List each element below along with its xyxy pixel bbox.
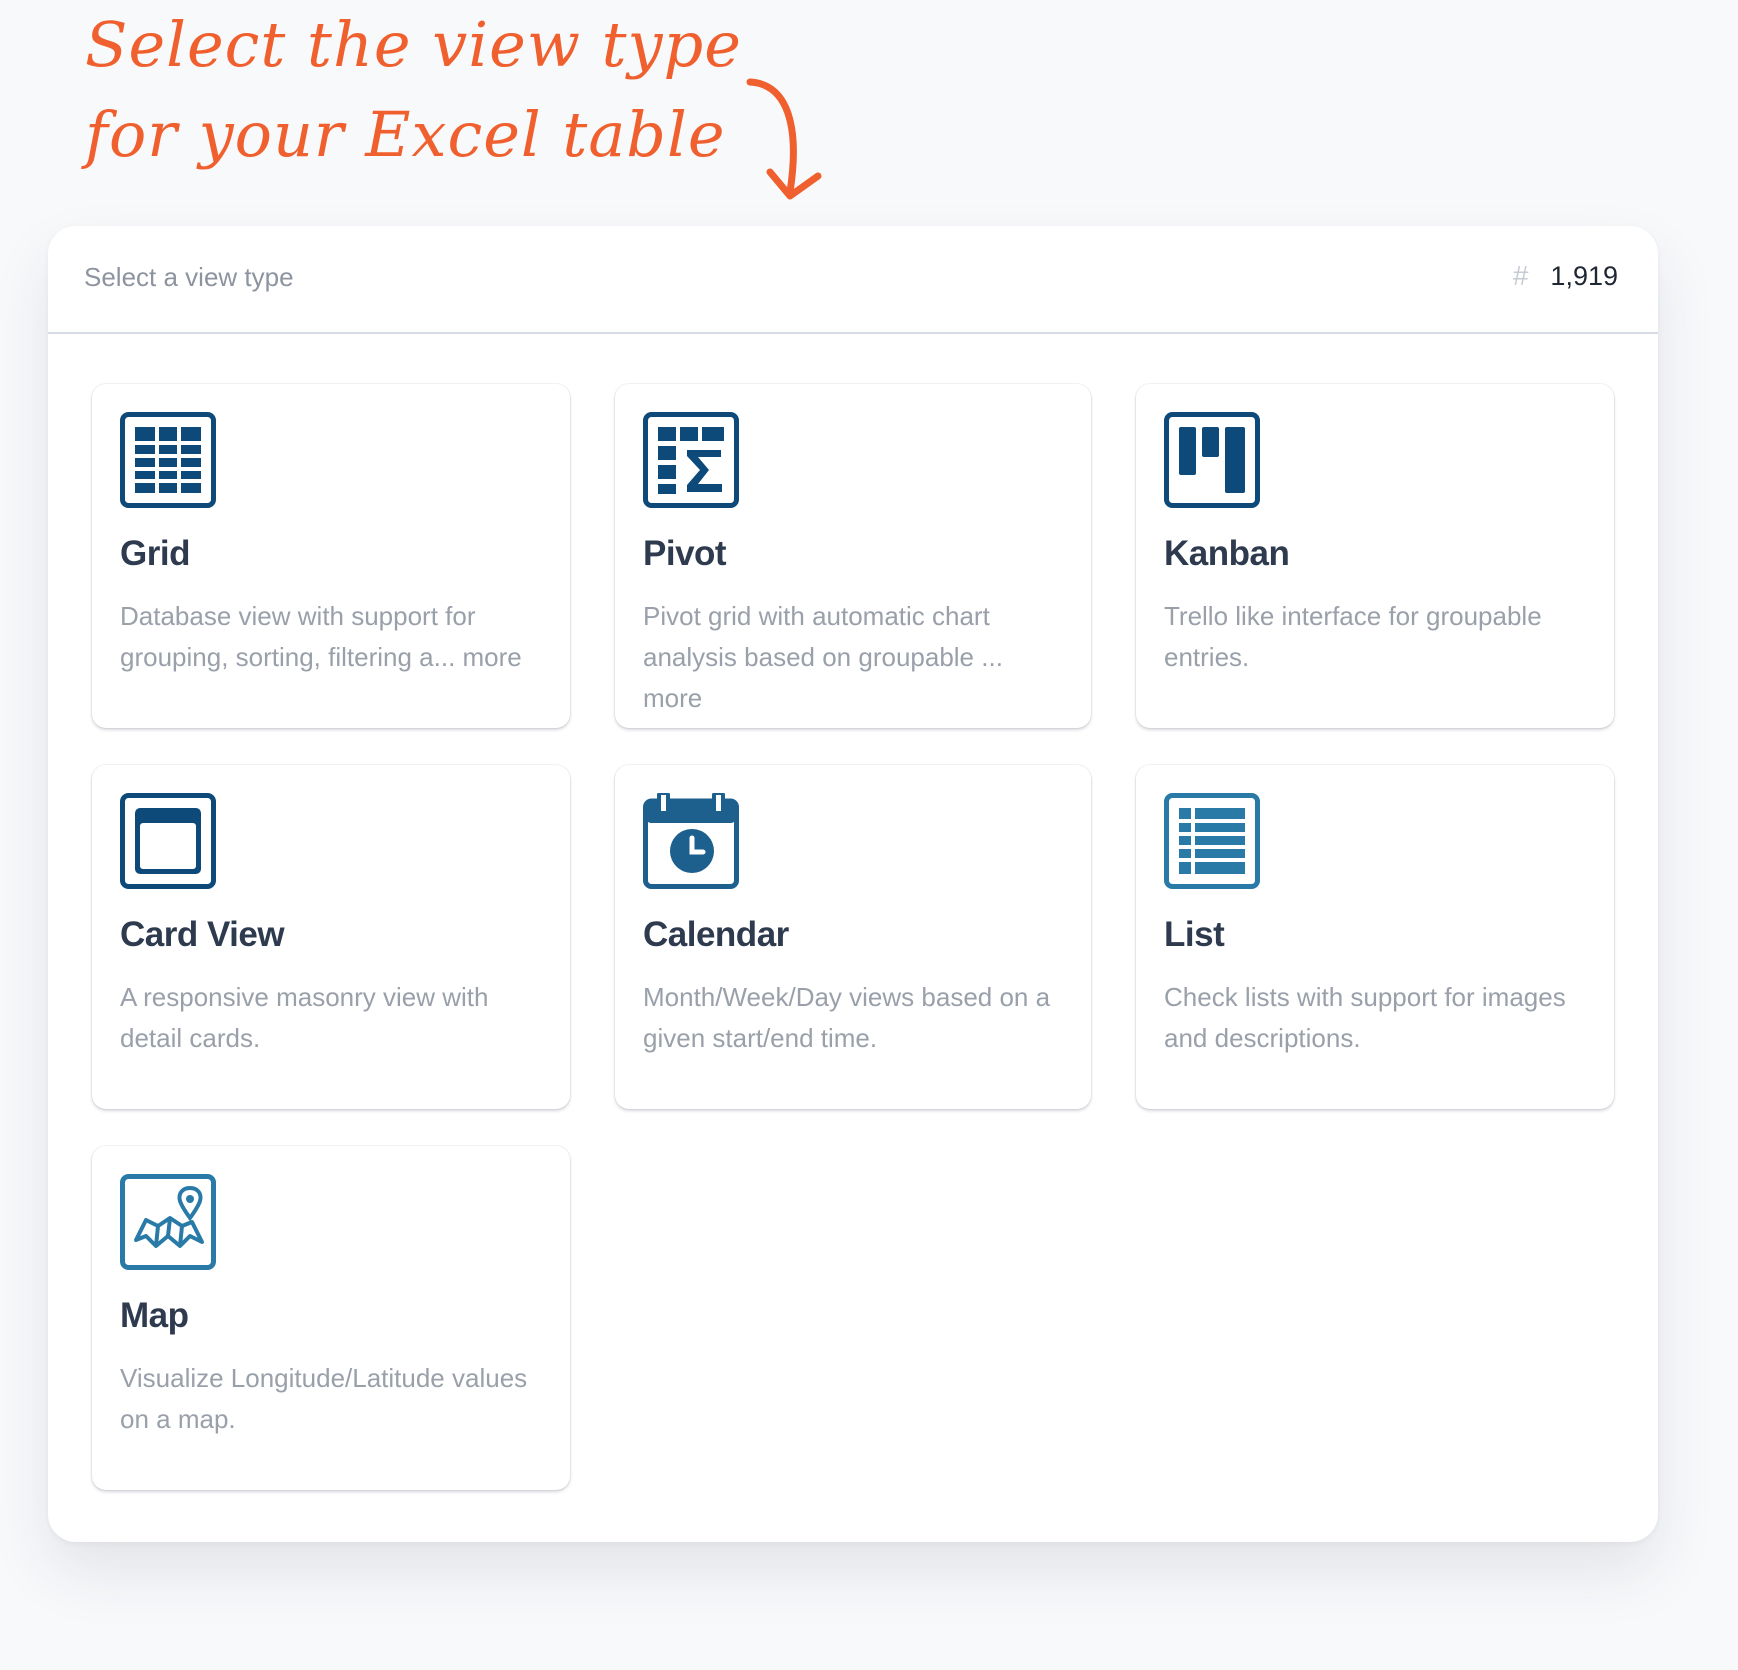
view-card-description: Month/Week/Day views based on a given st… (643, 982, 1051, 1053)
annotation-text: Select the view type for your Excel tabl… (85, 0, 805, 180)
view-card-description: Pivot grid with automatic chart analysis… (643, 601, 1003, 713)
view-card-title: List (1164, 915, 1225, 954)
view-card-kanban[interactable]: Kanban Trello like interface for groupab… (1136, 384, 1614, 728)
pivot-sum-icon (643, 412, 739, 508)
map-pin-icon (120, 1174, 216, 1270)
view-card-description: Trello like interface for groupable entr… (1164, 601, 1542, 672)
grid-table-icon (120, 412, 216, 508)
view-card-title: Grid (120, 534, 190, 573)
view-card-map[interactable]: Map Visualize Longitude/Latitude values … (92, 1146, 570, 1490)
record-count-value: 1,919 (1550, 260, 1618, 291)
view-card-description: A responsive masonry view with detail ca… (120, 982, 489, 1053)
view-card-pivot[interactable]: Pivot Pivot grid with automatic chart an… (615, 384, 1091, 728)
view-card-description: Visualize Longitude/Latitude values on a… (120, 1363, 528, 1434)
view-card-title: Card View (120, 915, 285, 954)
hash-icon: # (1512, 260, 1529, 291)
view-card-card-view[interactable]: Card View A responsive masonry view with… (92, 765, 570, 1109)
panel-header: Select a view type # 1,919 (48, 226, 1658, 334)
view-card-title: Calendar (643, 915, 789, 954)
view-type-panel: Select a view type # 1,919 Grid Database… (48, 226, 1658, 1542)
view-card-calendar[interactable]: Calendar Month/Week/Day views based on a… (615, 765, 1091, 1109)
view-card-description: Check lists with support for images and … (1164, 982, 1566, 1053)
view-card-title: Kanban (1164, 534, 1290, 573)
view-card-list[interactable]: List Check lists with support for images… (1136, 765, 1614, 1109)
view-card-title: Pivot (643, 534, 727, 573)
view-card-title: Map (120, 1296, 189, 1335)
view-type-grid: Grid Database view with support for grou… (92, 384, 1614, 1490)
view-card-grid[interactable]: Grid Database view with support for grou… (92, 384, 570, 728)
list-lines-icon (1164, 793, 1260, 889)
annotation-line-1: Select the view type (85, 8, 742, 81)
record-count: # 1,919 (1513, 260, 1618, 292)
card-window-icon (120, 793, 216, 889)
calendar-clock-icon (643, 793, 739, 889)
annotation-line-2: for your Excel table (85, 98, 726, 171)
panel-title: Select a view type (84, 262, 294, 292)
kanban-board-icon (1164, 412, 1260, 508)
curved-arrow-down-icon (746, 78, 822, 200)
view-card-description: Database view with support for grouping,… (120, 601, 522, 672)
